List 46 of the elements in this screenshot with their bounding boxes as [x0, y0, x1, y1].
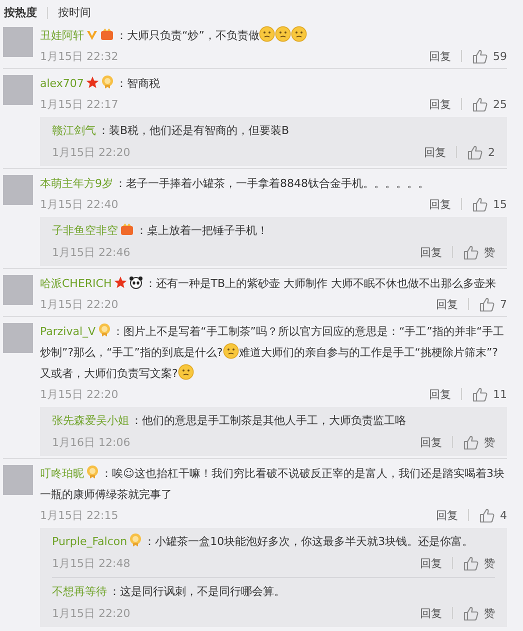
timestamp: 1月16日 12:06: [52, 434, 130, 450]
timestamp: 1月15日 22:15: [40, 508, 118, 522]
comment-text: 叮咚珀昵 ：唉☺这也抬杠干嘛！我们穷比看破不说破反正宰的是富人，我们还是踏实喝着3块一瓶的康师傅绿茶就完事了: [40, 464, 506, 503]
like-button[interactable]: 15: [472, 196, 507, 212]
like-button[interactable]: 25: [472, 96, 507, 112]
like-button[interactable]: 59: [472, 48, 507, 64]
timestamp: 1月15日 22:20: [40, 296, 118, 312]
comment-text: 本萌主年方9岁 ：老子一手捧着小罐茶，一手拿着8848钛合金手机。。。。。。: [40, 176, 430, 192]
reply-link[interactable]: 回复: [420, 434, 442, 450]
like-button[interactable]: 11: [472, 386, 507, 402]
like-button[interactable]: 赞: [463, 606, 495, 620]
sort-tab[interactable]: 按时间: [58, 5, 91, 20]
reply-text: 张先森爱吴小姐 ：他们的意思是手工制茶是其他人手工，大师负责监工咯: [52, 413, 407, 429]
reply-link[interactable]: 回复: [429, 196, 451, 212]
like-button[interactable]: 赞: [463, 434, 495, 450]
like-button[interactable]: 2: [467, 144, 495, 160]
comment-text: Parzival_V ：图片上不是写着“手工制茶”吗？所以官方回应的意思是：“手工”指的并非“手工炒制”?那么，“手工”指的到底是什么? 难道大师们的亲自参与的工作是手工“挑梗除片筛末”?又或者，大师们负责写文案?: [40, 322, 506, 382]
reply-link[interactable]: 回复: [420, 244, 442, 260]
like-button[interactable]: 7: [479, 296, 507, 312]
like-button[interactable]: 赞: [463, 244, 495, 260]
sort-tab[interactable]: 按热度: [4, 5, 37, 20]
comment-text: 哈派CHERICH ：还有一种是TB上的紫砂壶 大师制作 大师不眠不休也做不出那么多壶来: [40, 275, 498, 292]
timestamp: 1月15日 22:20: [52, 606, 130, 620]
timestamp: 1月15日 22:32: [40, 48, 118, 64]
reply-link[interactable]: 回复: [436, 508, 458, 522]
timestamp: 1月15日 22:48: [52, 556, 130, 570]
reply-link[interactable]: 回复: [429, 48, 451, 64]
reply-text: 子非鱼空非空 ：桌上放着一把锤子手机！: [52, 222, 269, 239]
timestamp: 1月15日 22:46: [52, 244, 130, 260]
timestamp: 1月15日 22:40: [40, 196, 118, 212]
reply-link[interactable]: 回复: [429, 386, 451, 402]
like-button[interactable]: 4: [479, 508, 507, 522]
timestamp: 1月15日 22:17: [40, 96, 118, 112]
reply-link[interactable]: 回复: [429, 96, 451, 112]
reply-link[interactable]: 回复: [420, 556, 442, 570]
reply-text: 不想再等待 ：这是同行讽刺，不是同行哪会算。: [52, 584, 286, 600]
reply-link[interactable]: 回复: [436, 296, 458, 312]
reply-text: 赣江剑气 ：装B税，他们还是有智商的，但要装B: [52, 123, 290, 139]
comment-text: 丑娃阿轩 ：大师只负责“炒”，不负责做: [40, 25, 507, 46]
timestamp: 1月15日 22:20: [52, 144, 130, 160]
timestamp: 1月15日 22:20: [40, 386, 118, 402]
like-button[interactable]: 赞: [463, 556, 495, 570]
comment-text: alex707 ：智商税: [40, 74, 161, 92]
reply-text: Purple_Falcon ：小罐茶一盒10块能泡好多次，你这最多半天就3块钱。还是你富。: [52, 532, 474, 550]
reply-link[interactable]: 回复: [420, 606, 442, 620]
reply-link[interactable]: 回复: [424, 144, 446, 160]
